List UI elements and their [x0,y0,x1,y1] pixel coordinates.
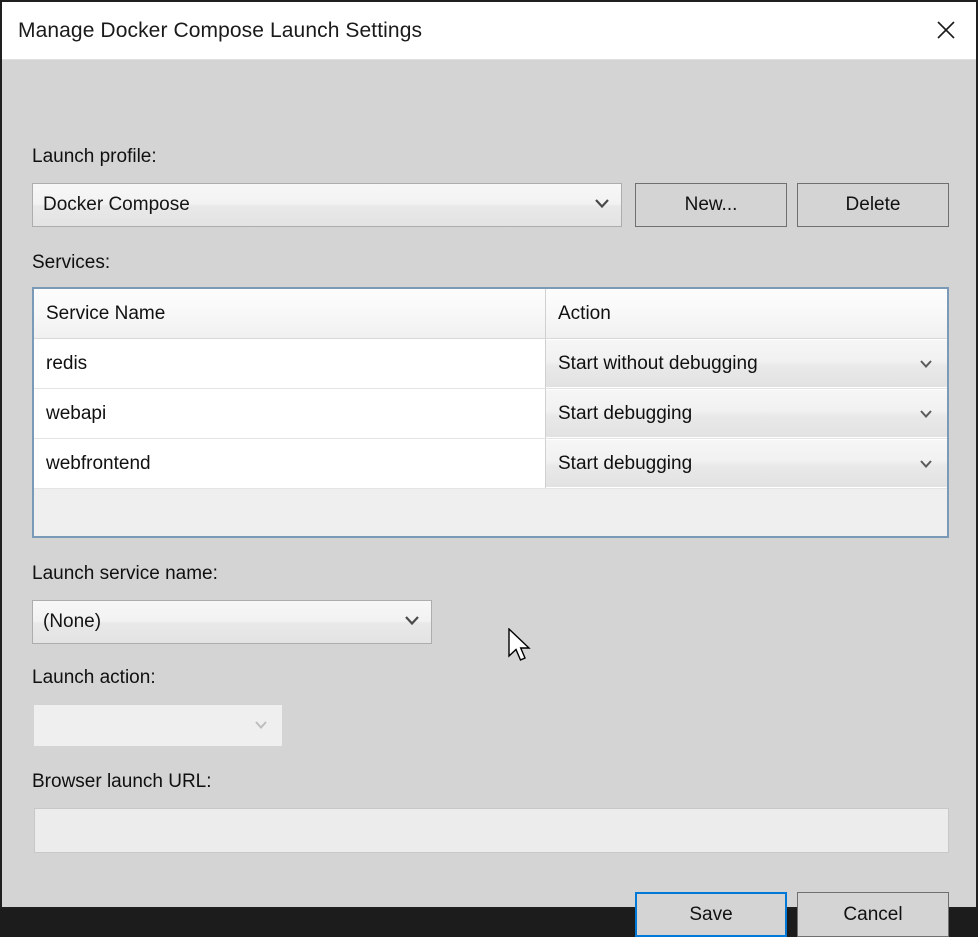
launch-profile-value: Docker Compose [33,194,190,216]
launch-action-combo [34,705,282,746]
launch-service-name-label: Launch service name: [32,563,218,585]
column-header-service-name: Service Name [34,289,546,338]
table-row[interactable]: webfrontend Start debugging [34,439,947,489]
services-grid: Service Name Action redis Start without … [32,287,949,538]
service-action-value: Start without debugging [558,353,758,375]
chevron-down-icon [254,717,268,735]
chevron-down-icon [919,453,933,475]
launch-profile-combo[interactable]: Docker Compose [32,183,622,227]
services-grid-empty-area [34,489,947,536]
service-action-value: Start debugging [558,403,692,425]
browser-launch-url-label: Browser launch URL: [32,771,212,793]
services-label: Services: [32,252,110,274]
chevron-down-icon [594,196,610,214]
close-icon [935,19,957,41]
chevron-down-icon [404,613,420,631]
service-name-cell: redis [34,339,546,388]
services-grid-header: Service Name Action [34,289,947,339]
arrow-cursor-icon [508,628,536,673]
launch-action-label: Launch action: [32,667,156,689]
chevron-down-icon [919,403,933,425]
column-header-action: Action [546,289,947,338]
new-profile-button[interactable]: New... [635,183,787,227]
launch-service-name-combo[interactable]: (None) [32,600,432,644]
dialog-body: Launch profile: Docker Compose New... De… [2,60,976,907]
service-action-combo[interactable]: Start debugging [546,439,947,488]
page-title: Manage Docker Compose Launch Settings [18,19,422,43]
launch-profile-label: Launch profile: [32,146,157,168]
launch-service-name-value: (None) [33,611,101,633]
manage-docker-compose-launch-settings-dialog: Manage Docker Compose Launch Settings La… [0,0,978,909]
delete-profile-button[interactable]: Delete [797,183,949,227]
save-button[interactable]: Save [635,892,787,937]
titlebar: Manage Docker Compose Launch Settings [2,2,976,60]
table-row[interactable]: webapi Start debugging [34,389,947,439]
service-action-value: Start debugging [558,453,692,475]
chevron-down-icon [919,353,933,375]
service-name-cell: webapi [34,389,546,438]
service-action-combo[interactable]: Start without debugging [546,339,947,388]
service-name-cell: webfrontend [34,439,546,488]
cancel-button[interactable]: Cancel [797,892,949,937]
table-row[interactable]: redis Start without debugging [34,339,947,389]
service-action-combo[interactable]: Start debugging [546,389,947,438]
close-button[interactable] [916,2,976,58]
browser-launch-url-input[interactable] [34,808,949,853]
